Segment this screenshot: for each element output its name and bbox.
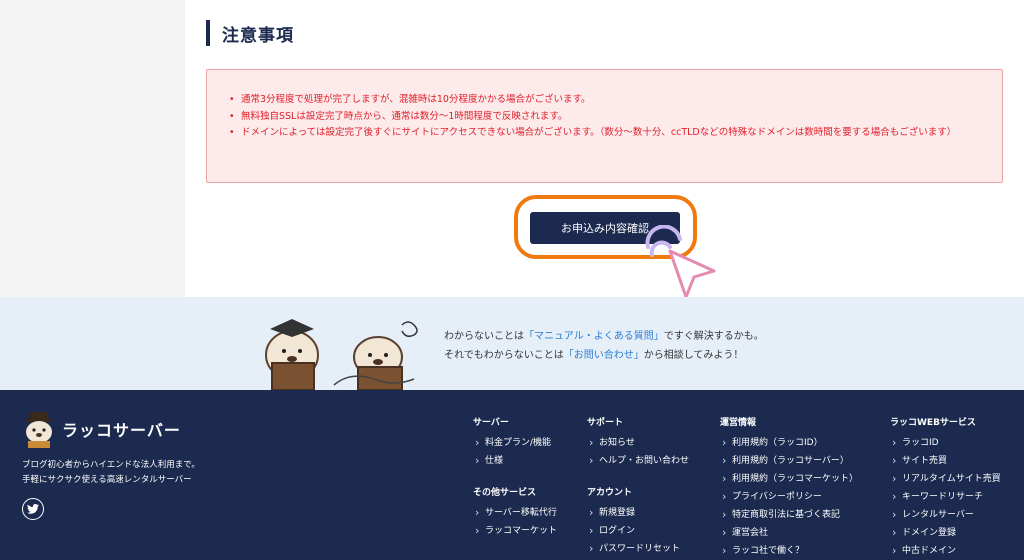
footer-column-heading: アカウント [587,488,633,498]
footer-column-rakko-web-services: ラッコWEBサービス ラッコID サイト売買 リアルタイムサイト売買 キーワード… [890,415,1001,560]
footer-link[interactable]: ログイン [587,522,680,540]
footer-link[interactable]: 中古ドメイン [890,542,1001,560]
footer-link[interactable]: ラッコマーケット [473,522,557,540]
notice-text: ドメインによっては設定完了後すぐにサイトにアクセスできない場合がございます。（数… [241,127,957,138]
notice-item: • 通常3分程度で処理が完了しますが、混雑時は10分程度かかる場合がございます。 [229,92,982,109]
contact-link[interactable]: 「お問い合わせ」 [564,350,644,361]
help-banner: わからないことは「マニュアル・よくある質問」ですぐ解決するかも。 それでもわから… [0,297,1024,390]
footer-link[interactable]: サーバー移転代行 [473,504,557,522]
footer-link[interactable]: プライバシーポリシー [720,488,858,506]
brand-description: ブログ初心者からハイエンドな法人利用まで。 手軽にサクサク使える高速レンタルサー… [22,458,200,488]
notice-item: • ドメインによっては設定完了後すぐにサイトにアクセスできない場合がございます。… [229,125,982,142]
help-text-suffix: ですぐ解決するかも。 [663,331,764,342]
footer-link[interactable]: 利用規約（ラッコマーケット） [720,470,858,488]
notice-text: 通常3分程度で処理が完了しますが、混雑時は10分程度かかる場合がございます。 [241,94,591,105]
twitter-link[interactable] [22,498,44,520]
help-text-prefix: わからないことは [444,331,524,342]
bullet: • [229,127,235,138]
notice-text: 無料独自SSLは設定完了時点から、通常は数分〜1時間程度で反映されます。 [241,110,568,122]
help-line-1: わからないことは「マニュアル・よくある質問」ですぐ解決するかも。 [444,327,764,346]
footer-link[interactable]: お知らせ [587,434,689,452]
footer-column-heading: サポート [587,418,624,428]
footer-column-support: サポート お知らせ ヘルプ・お問い合わせ [587,415,689,470]
footer-link[interactable]: 利用規約（ラッコサーバー） [720,452,858,470]
section-title: 注意事項 [222,25,294,46]
footer-link[interactable]: 運営会社 [720,524,858,542]
help-text-suffix: から相談してみよう！ [643,350,744,361]
footer-link[interactable]: パスワードリセット [587,540,680,558]
footer-link[interactable]: レンタルサーバー [890,506,1001,524]
footer-link[interactable]: ヘルプ・お問い合わせ [587,452,689,470]
footer-link[interactable]: 特定商取引法に基づく表記 [720,506,858,524]
bullet: • [229,110,235,122]
help-text: わからないことは「マニュアル・よくある質問」ですぐ解決するかも。 それでもわから… [444,327,764,365]
notice-item: • 無料独自SSLは設定完了時点から、通常は数分〜1時間程度で反映されます。 [229,109,982,126]
footer-brand[interactable]: ラッコサーバー [22,410,181,448]
otter-mascots-illustration [265,319,418,390]
section-heading: 注意事項 [206,20,294,46]
footer-link[interactable]: ドメイン登録 [890,524,1001,542]
footer-column-heading: その他サービス [473,488,537,498]
footer-link[interactable]: 利用規約（ラッコID） [720,434,858,452]
footer-link[interactable]: キーワードリサーチ [890,488,1001,506]
brand-desc-line: 手軽にサクサク使える高速レンタルサーバー [22,475,192,485]
footer-link[interactable]: 料金プラン/機能 [473,434,551,452]
brand-name: ラッコサーバー [62,421,181,440]
twitter-icon [27,504,39,514]
left-gutter [0,0,185,297]
rakko-logo-icon [26,412,52,448]
notice-box: • 通常3分程度で処理が完了しますが、混雑時は10分程度かかる場合がございます。… [206,69,1003,183]
main-content: 注意事項 • 通常3分程度で処理が完了しますが、混雑時は10分程度かかる場合がご… [0,0,1024,299]
bullet: • [229,94,235,105]
help-text-prefix: それでもわからないことは [444,350,564,361]
footer-link[interactable]: ラッコID [890,434,1001,452]
footer-link[interactable]: ラッコ社で働く？ [720,542,858,560]
help-line-2: それでもわからないことは「お問い合わせ」から相談してみよう！ [444,346,764,365]
footer-link[interactable]: 新規登録 [587,504,680,522]
heading-accent-bar [206,20,210,46]
footer-column-other-services: その他サービス サーバー移転代行 ラッコマーケット [473,485,557,540]
footer-link[interactable]: リアルタイムサイト売買 [890,470,1001,488]
footer-column-heading: ラッコWEBサービス [890,418,976,428]
faq-link[interactable]: 「マニュアル・よくある質問」 [524,331,664,342]
footer-link[interactable]: サイト売買 [890,452,1001,470]
footer-column-server: サーバー 料金プラン/機能 仕様 [473,415,551,470]
footer-link[interactable]: 仕様 [473,452,551,470]
footer-column-account: アカウント 新規登録 ログイン パスワードリセット [587,485,680,558]
brand-desc-line: ブログ初心者からハイエンドな法人利用まで。 [22,460,200,470]
footer-column-heading: サーバー [473,418,509,428]
footer-column-heading: 運営情報 [720,418,757,428]
pointer-arrow-icon [645,225,716,299]
footer-column-company-info: 運営情報 利用規約（ラッコID） 利用規約（ラッコサーバー） 利用規約（ラッコマ… [720,415,858,560]
site-footer: ラッコサーバー ブログ初心者からハイエンドな法人利用まで。 手軽にサクサク使える… [0,390,1024,560]
notice-list: • 通常3分程度で処理が完了しますが、混雑時は10分程度かかる場合がございます。… [229,92,982,142]
